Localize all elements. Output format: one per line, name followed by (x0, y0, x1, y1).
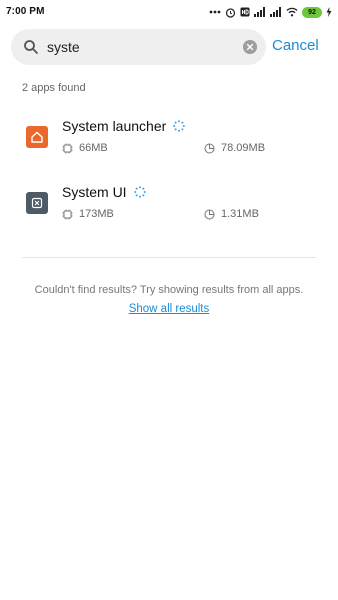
alarm-icon (225, 7, 236, 18)
app-row-system-launcher[interactable]: System launcher 66MB 78.09MB (0, 118, 338, 178)
storage-pie-icon (204, 143, 215, 153)
memory-usage: 66MB (62, 142, 108, 154)
signal-icon (254, 7, 265, 17)
storage-pie-icon (204, 209, 215, 219)
app-name: System launcher (62, 118, 167, 134)
system-ui-icon (26, 192, 48, 214)
status-icons: 92 (209, 4, 332, 20)
wifi-icon (286, 7, 298, 17)
search-icon (24, 40, 38, 54)
battery-icon: 92 (302, 6, 322, 18)
app-name: System UI (62, 184, 127, 200)
dots-icon (209, 10, 221, 14)
app-row-system-ui[interactable]: System UI 173MB 1.31MB (0, 184, 338, 244)
home-icon (26, 126, 48, 148)
status-time: 7:00 PM (6, 6, 45, 17)
status-bar: 7:00 PM 92 (0, 0, 338, 24)
search-input[interactable] (47, 37, 243, 57)
show-all-results-container: Show all results (0, 303, 338, 315)
clear-search-icon[interactable] (243, 40, 257, 54)
storage-value: 78.09MB (221, 142, 266, 154)
cancel-button[interactable]: Cancel (272, 37, 319, 54)
app-title: System launcher (62, 118, 186, 134)
no-results-message: Couldn't find results? Try showing resul… (34, 284, 304, 296)
hd-icon (240, 7, 250, 17)
chip-icon (62, 143, 73, 153)
divider (22, 257, 316, 258)
charging-icon (326, 7, 332, 17)
signal-icon (270, 7, 281, 17)
loading-spinner-icon (173, 120, 186, 132)
chip-icon (62, 209, 73, 219)
results-count: 2 apps found (22, 82, 86, 94)
show-all-results-link[interactable]: Show all results (129, 303, 210, 315)
app-title: System UI (62, 184, 146, 200)
memory-value: 173MB (79, 208, 114, 220)
search-bar[interactable] (11, 29, 266, 65)
storage-value: 1.31MB (221, 208, 259, 220)
memory-usage: 173MB (62, 208, 114, 220)
storage-usage: 1.31MB (204, 208, 259, 220)
storage-usage: 78.09MB (204, 142, 265, 154)
memory-value: 66MB (79, 142, 108, 154)
loading-spinner-icon (133, 186, 146, 198)
